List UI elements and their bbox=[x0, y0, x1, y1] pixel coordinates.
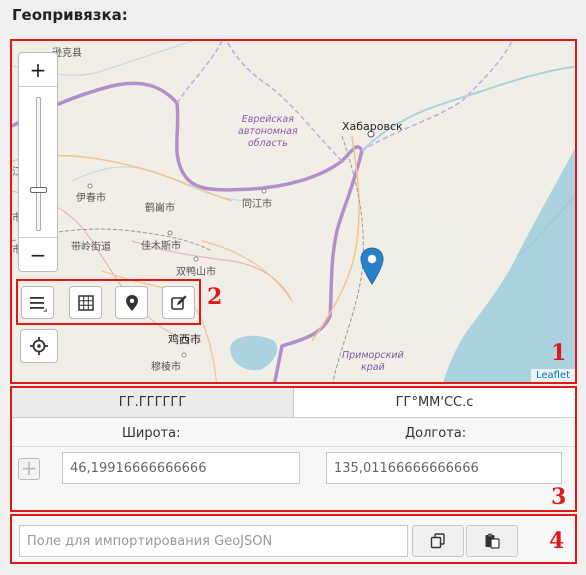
map-region-label: Еврейская автономная область bbox=[238, 114, 298, 149]
paste-button[interactable] bbox=[466, 525, 518, 557]
add-marker-button[interactable] bbox=[115, 286, 148, 319]
map-region-label: Приморский край bbox=[342, 350, 404, 373]
map-label-khabarovsk: Хабаровск bbox=[342, 120, 403, 133]
zoom-in-button[interactable]: + bbox=[19, 53, 57, 87]
page-heading: Геопривязка: bbox=[12, 6, 128, 24]
zoom-slider-handle[interactable] bbox=[30, 187, 47, 193]
copy-button[interactable] bbox=[412, 525, 464, 557]
map-label: 佳木斯市 bbox=[141, 241, 181, 252]
tab-decimal-degrees[interactable]: ГГ.ГГГГГГ bbox=[12, 388, 294, 417]
geojson-input[interactable] bbox=[19, 525, 408, 557]
map-label: 鸡西市 bbox=[168, 333, 201, 346]
map-label: 双鸭山市 bbox=[176, 267, 216, 278]
latitude-input[interactable] bbox=[62, 452, 300, 484]
divider bbox=[12, 446, 575, 447]
grid-button[interactable] bbox=[69, 286, 102, 319]
menu-icon bbox=[29, 296, 47, 312]
map-label: 穆棱市 bbox=[151, 362, 181, 373]
map-tiles[interactable] bbox=[12, 41, 577, 384]
map-label: 鹤岗市 bbox=[145, 203, 175, 214]
longitude-label: Долгота: bbox=[405, 426, 467, 441]
map-panel[interactable]: 逊克县 江市 伊春市 市 鹤岗市 同江市 市 带岭街道 佳木斯市 双鸭山市 鸡西… bbox=[10, 39, 577, 384]
paste-icon bbox=[485, 533, 500, 549]
edit-button[interactable] bbox=[162, 286, 195, 319]
zoom-control: + − bbox=[18, 52, 58, 272]
crosshair-icon bbox=[30, 337, 48, 355]
map-attribution-link[interactable]: Leaflet bbox=[530, 369, 575, 382]
latitude-label: Широта: bbox=[122, 426, 181, 441]
grid-icon bbox=[77, 294, 94, 311]
longitude-input[interactable] bbox=[326, 452, 562, 484]
zoom-out-button[interactable]: − bbox=[19, 237, 57, 271]
annotation-4: 4 bbox=[549, 528, 565, 554]
tab-dms[interactable]: ГГ°ММ'СС.с bbox=[294, 388, 575, 417]
geojson-import-panel bbox=[10, 514, 577, 564]
copy-icon bbox=[430, 533, 445, 549]
map-label: 伊春市 bbox=[76, 193, 106, 204]
coordinates-panel: ГГ.ГГГГГГ ГГ°ММ'СС.с Широта: Долгота: + bbox=[10, 386, 577, 512]
add-point-button[interactable]: + bbox=[18, 458, 40, 480]
locate-button[interactable] bbox=[20, 329, 58, 363]
edit-icon bbox=[170, 295, 186, 310]
map-label: 同江市 bbox=[242, 199, 272, 210]
map-label: 带岭街道 bbox=[71, 242, 111, 253]
annotation-2: 2 bbox=[207, 284, 223, 310]
map-pin-icon bbox=[125, 294, 138, 311]
coord-format-tabs: ГГ.ГГГГГГ ГГ°ММ'СС.с bbox=[12, 388, 575, 418]
annotation-3: 3 bbox=[551, 484, 567, 510]
annotation-1: 1 bbox=[551, 340, 567, 366]
layers-menu-button[interactable] bbox=[21, 286, 54, 319]
zoom-slider-track[interactable] bbox=[36, 97, 41, 231]
map-marker-icon[interactable] bbox=[360, 247, 384, 289]
